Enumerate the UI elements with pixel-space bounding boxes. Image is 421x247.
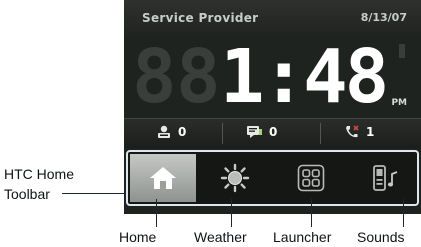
message-icon: [247, 126, 262, 138]
weather-callout-line: [231, 199, 232, 227]
weather-label: Weather: [194, 229, 247, 245]
launcher-label: Launcher: [273, 229, 332, 245]
provider-name: Service Provider: [142, 11, 259, 25]
tab-home[interactable]: [130, 154, 196, 202]
message-status[interactable]: 0: [246, 125, 277, 139]
toolbar-label-line2: Toolbar: [4, 186, 50, 202]
home-callout-line: [156, 199, 157, 227]
launcher-grid-icon: [297, 164, 325, 192]
htc-home-plugin: Service Provider 8/13/07 8 8 1:48 PM 0 0…: [124, 0, 421, 214]
toolbar-callout-line: [62, 193, 126, 194]
notification-bar: 0 0 1: [124, 118, 421, 148]
clock-ampm: PM: [391, 98, 407, 108]
message-count: 0: [269, 125, 278, 139]
status-divider: [222, 123, 223, 144]
ghost-digit-hours-tens: 8: [132, 34, 177, 120]
voicemail-icon: [158, 125, 170, 138]
toolbar-callout-label: HTC Home Toolbar: [4, 164, 74, 204]
home-label: Home: [119, 229, 157, 245]
sounds-callout-line: [403, 199, 404, 227]
voicemail-status[interactable]: 0: [156, 125, 186, 139]
header-bar: Service Provider 8/13/07: [124, 0, 421, 36]
voicemail-count: 0: [178, 125, 187, 139]
ampm-ghost-segment: [399, 44, 405, 58]
sounds-label: Sounds: [357, 229, 405, 245]
missed-call-count: 1: [366, 125, 375, 139]
clock-display[interactable]: 8 8 1:48 PM: [124, 36, 421, 118]
sun-icon: [220, 163, 250, 193]
tab-launcher[interactable]: [278, 154, 344, 202]
home-icon: [150, 167, 176, 189]
phone-sound-icon: [373, 165, 398, 191]
launcher-callout-line: [311, 199, 312, 227]
date-display: 8/13/07: [360, 11, 407, 24]
tab-weather[interactable]: [202, 154, 268, 202]
htc-home-toolbar: [126, 150, 419, 206]
tab-sounds[interactable]: [352, 154, 418, 202]
toolbar-label-line1: HTC Home: [4, 166, 75, 182]
ghost-digit-hours-ones: 8: [176, 34, 221, 120]
missed-call-icon: [346, 125, 359, 138]
clock-time: 1:48: [220, 34, 389, 120]
status-divider: [320, 123, 321, 144]
missed-call-status[interactable]: 1: [344, 125, 374, 139]
